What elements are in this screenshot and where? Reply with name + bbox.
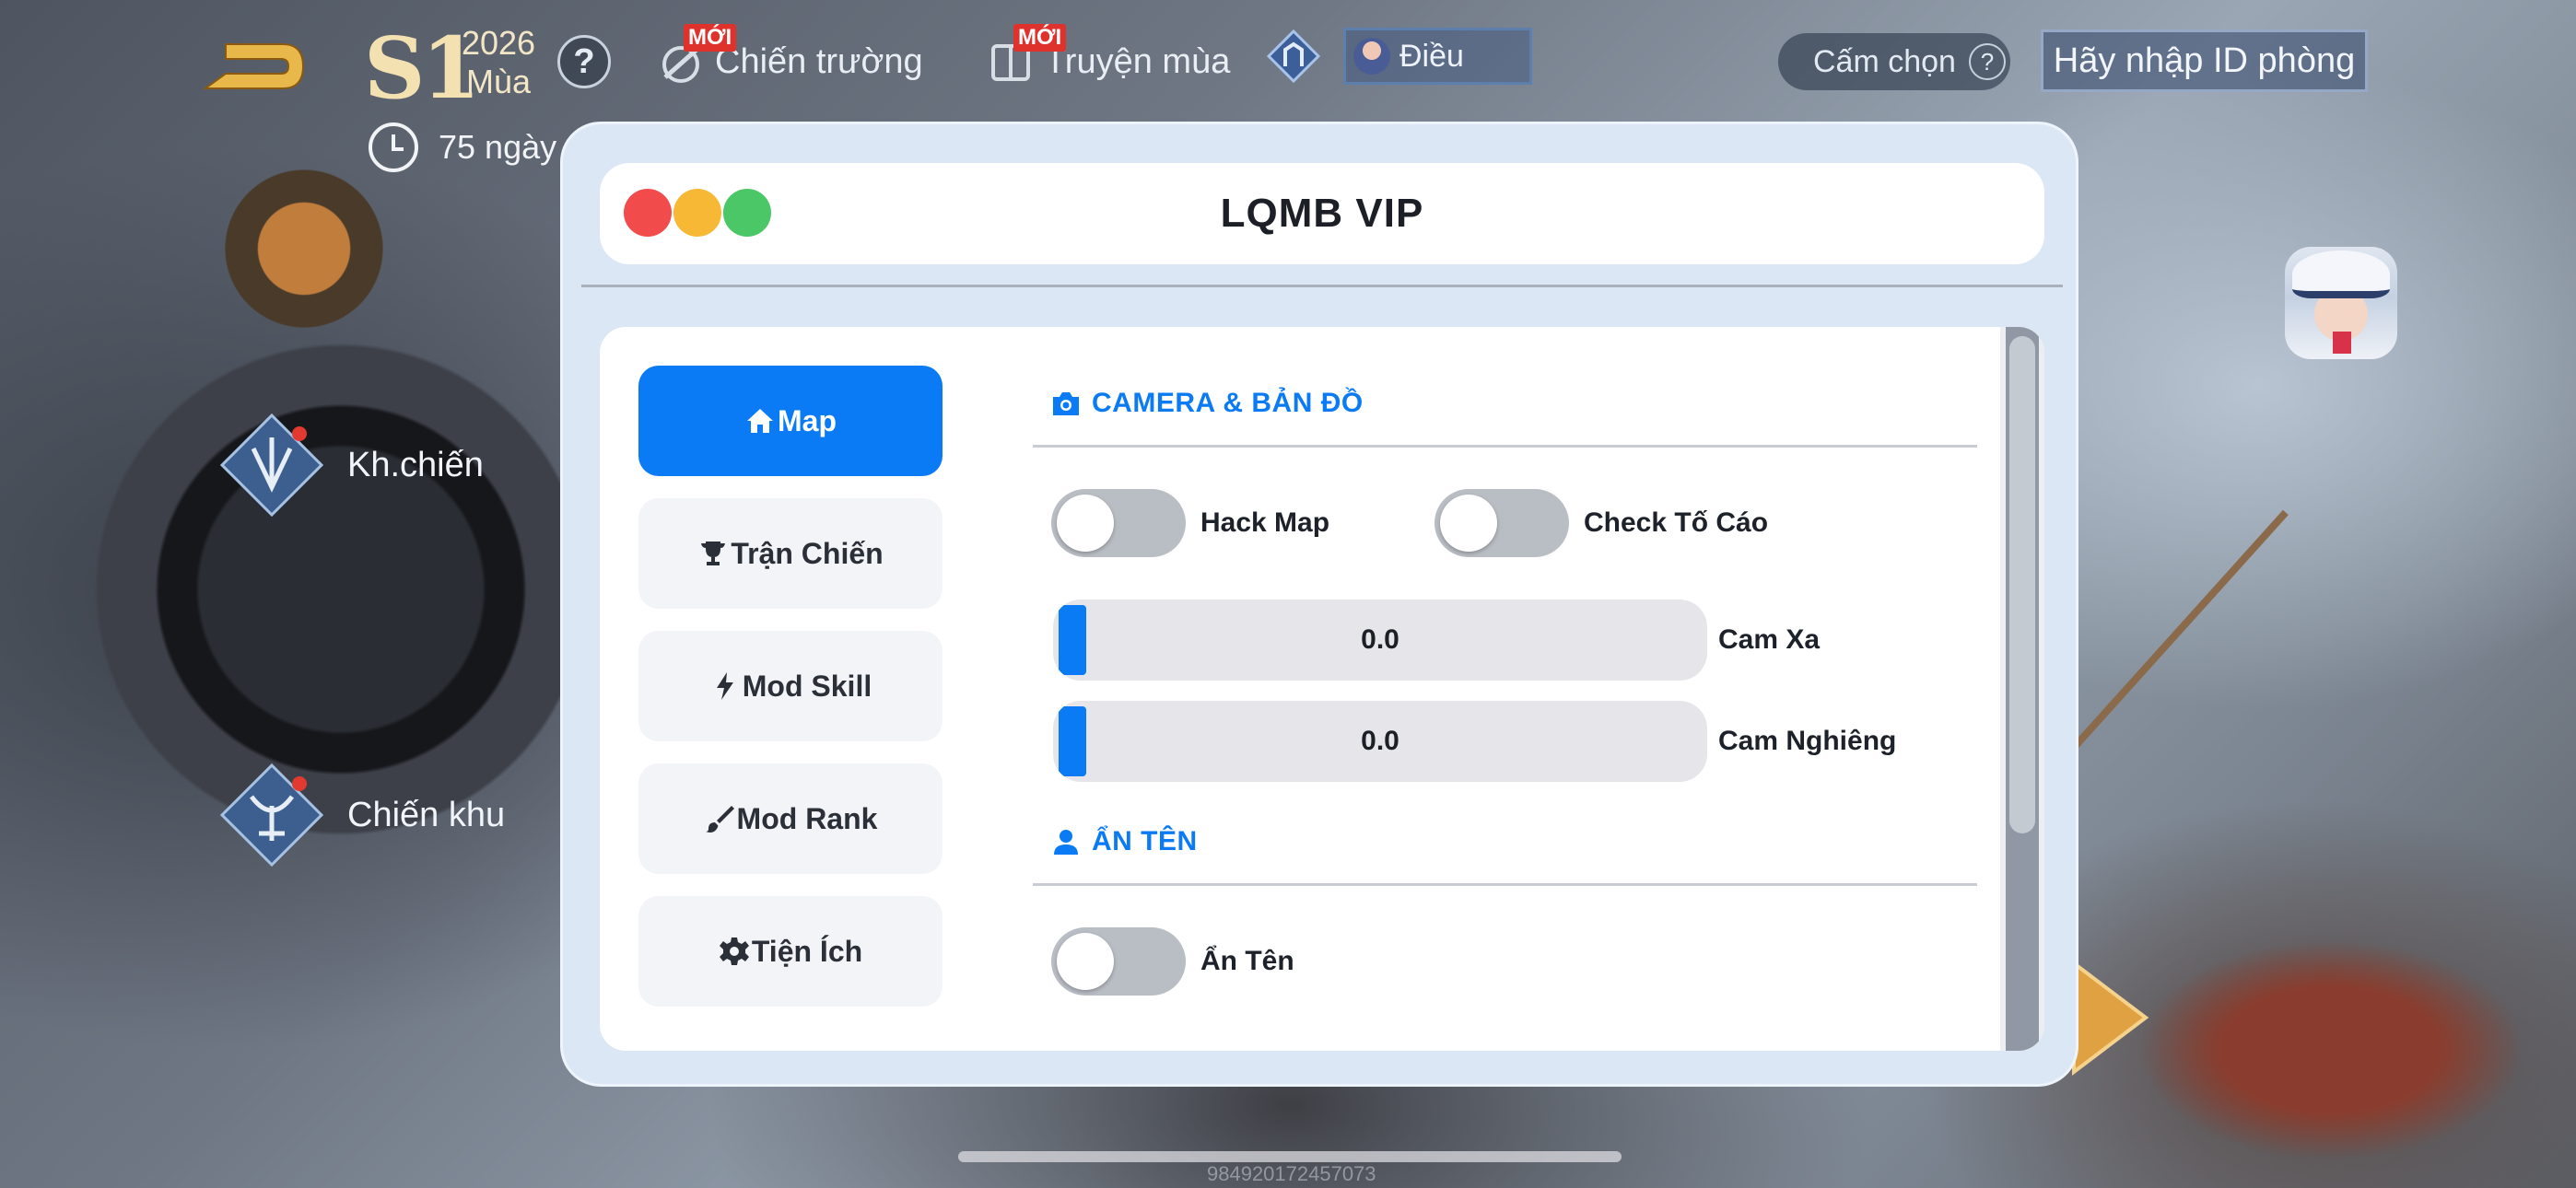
nav-tien-ich-button[interactable]: Tiện Ích [638,896,943,1007]
an-ten-toggle-row[interactable]: Ẩn Tên [1051,927,1294,996]
bolt-icon [716,672,733,700]
help-button[interactable]: ? [557,35,611,88]
lqmb-modal: LQMB VIP Map Trận Chiến Mod Skill Mod Ra… [560,122,2078,1087]
back-button[interactable] [198,37,309,96]
cam-xa-value: 0.0 [1361,624,1399,655]
cam-xa-label: Cam Xa [1718,624,1821,655]
nav-mod-rank-label: Mod Rank [736,801,878,835]
section-hide-name-divider [1033,883,1977,886]
modal-header: LQMB VIP [600,163,2044,264]
avatar-hat [2292,250,2390,298]
cam-xa-slider-row: 0.0 Cam Xa [1053,600,1820,681]
back-arrow-icon [202,43,305,89]
season-word: Mùa [465,63,532,100]
tab-season-story[interactable]: MỚI Truyện mùa [986,24,1231,87]
modal-title: LQMB VIP [1220,191,1424,236]
tab-story-label: Truyện mùa [1045,41,1231,81]
menu-nav: Map Trận Chiến Mod Skill Mod Rank Tiện Í… [638,366,943,1029]
cam-nghieng-label: Cam Nghiêng [1718,726,1897,756]
background-mirror [2137,939,2524,1160]
an-ten-label: Ẩn Tên [1200,946,1294,976]
hack-map-toggle[interactable] [1051,489,1186,557]
season-year: 2026 Mùa [461,24,536,101]
section-camera-label: CAMERA & BẢN ĐỒ [1092,388,1364,418]
trophy-icon [701,542,726,565]
nav-map-button[interactable]: Map [638,366,943,476]
nav-tran-chien-label: Trận Chiến [731,536,884,570]
camera-icon [1053,392,1079,415]
nav-mod-rank-button[interactable]: Mod Rank [638,763,943,874]
player-slot-label: Điều [1399,38,1464,74]
notification-dot [292,426,307,441]
rank-diamond-icon[interactable] [1266,29,1321,84]
season-year-number: 2026 [461,24,536,62]
panel-scrollbar[interactable] [2000,327,2044,1051]
cam-nghieng-slider[interactable]: 0.0 [1053,701,1707,782]
nav-tien-ich-label: Tiện Ích [751,934,863,968]
hack-map-label: Hack Map [1200,507,1330,538]
section-camera-divider [1033,445,1977,448]
header-divider [581,285,2063,287]
map-settings-panel: CAMERA & BẢN ĐỒ Hack Map Check Tố Cáo 0.… [1033,327,1982,1051]
check-to-cao-toggle-row[interactable]: Check Tố Cáo [1434,489,1768,557]
toggle-knob [1057,933,1114,990]
player-avatar [1353,38,1390,75]
toggle-knob [1057,495,1114,552]
mode-kh-chien[interactable]: Kh.chiến [217,410,484,520]
nav-map-label: Map [778,403,837,437]
section-hide-name-title: ẨN TÊN [1051,826,1198,857]
new-badge: MỚI [684,24,737,52]
nav-mod-skill-button[interactable]: Mod Skill [638,631,943,741]
background-lamp [212,157,396,341]
player-slot[interactable]: Điều [1343,28,1532,85]
gear-icon [719,938,749,965]
mode-chien-khu[interactable]: Chiến khu [217,760,505,870]
cam-nghieng-value: 0.0 [1361,726,1399,756]
check-to-cao-label: Check Tố Cáo [1584,507,1769,538]
background-rope [2061,509,2289,762]
cam-xa-slider[interactable]: 0.0 [1053,600,1707,681]
tab-battlefield[interactable]: MỚI Chiến trường [656,24,923,87]
user-icon [1054,830,1078,855]
season-days-label: 75 ngày [439,128,557,166]
check-to-cao-toggle[interactable] [1434,489,1569,557]
cam-nghieng-slider-row: 0.0 Cam Nghiêng [1053,701,1896,782]
ban-pick-label: Cấm chọn [1813,43,1956,79]
an-ten-toggle[interactable] [1051,927,1186,996]
next-section-heading-clipped [1051,1034,1088,1045]
toggle-knob [1440,495,1497,552]
kh-chien-emblem-icon [217,410,327,520]
section-hide-name-label: ẨN TÊN [1092,826,1198,856]
room-id-input[interactable]: Hãy nhập ID phòng [2041,29,2368,92]
ban-pick-button[interactable]: Cấm chọn ? [1778,33,2010,90]
tab-battlefield-label: Chiến trường [715,41,923,81]
chien-khu-emblem-icon [217,760,327,870]
hack-map-toggle-row[interactable]: Hack Map [1051,489,1329,557]
floating-avatar[interactable] [2285,247,2397,359]
scrollbar-thumb[interactable] [2009,336,2035,833]
brush-icon [705,806,734,833]
mode-kh-chien-label: Kh.chiến [347,445,484,484]
section-camera-title: CAMERA & BẢN ĐỒ [1051,388,1364,419]
new-badge: MỚI [1013,24,1067,52]
home-indicator[interactable] [958,1151,1622,1162]
season-days-remaining: 75 ngày [369,122,556,172]
modal-body: Map Trận Chiến Mod Skill Mod Rank Tiện Í… [600,327,2044,1051]
mode-chien-khu-label: Chiến khu [347,795,506,834]
nav-mod-skill-label: Mod Skill [742,669,872,703]
device-id: 984920172457073 [1207,1162,1376,1185]
home-icon [747,409,773,433]
notification-dot [292,776,307,791]
avatar-tie [2333,332,2351,354]
clock-icon [369,122,418,172]
ban-pick-help-icon[interactable]: ? [1968,43,2006,80]
next-arrow-icon[interactable] [2068,958,2151,1077]
nav-tran-chien-button[interactable]: Trận Chiến [638,498,943,609]
